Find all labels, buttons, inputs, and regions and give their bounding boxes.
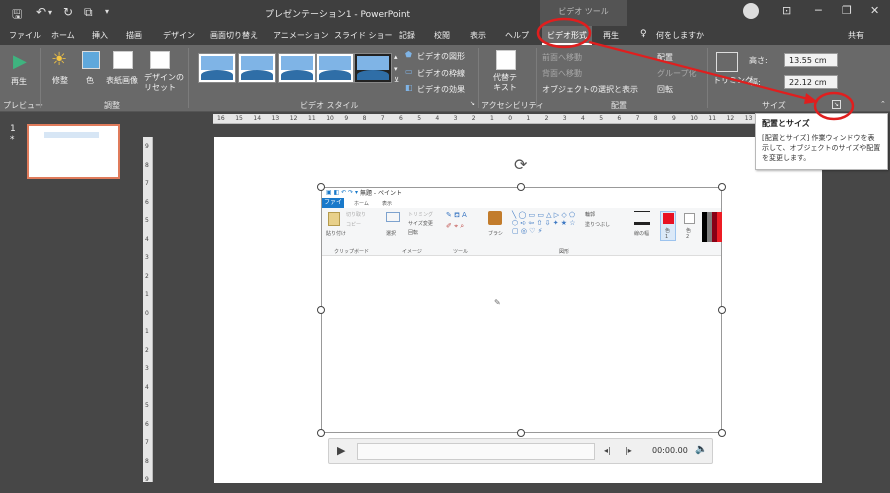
annotation-overlay <box>536 17 855 121</box>
highlight-circle-size-launcher <box>813 91 855 121</box>
annotation-arrow-line <box>588 40 813 102</box>
highlight-circle-video-format <box>536 17 592 49</box>
